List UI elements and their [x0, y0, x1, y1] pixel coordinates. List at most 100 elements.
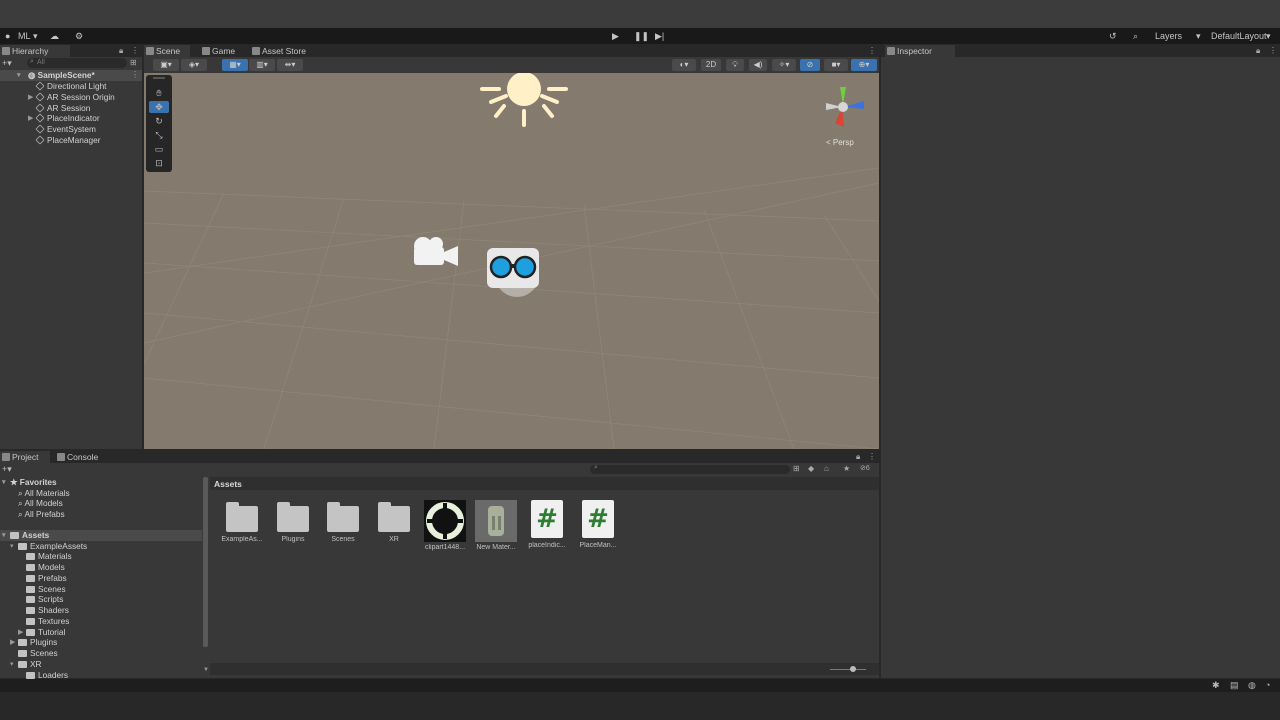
play-button[interactable]: ▶: [612, 30, 619, 42]
tab-game[interactable]: Game: [200, 45, 246, 57]
folder-item[interactable]: ▶ Plugins: [10, 637, 57, 648]
tab-asset-store[interactable]: Asset Store: [250, 45, 320, 57]
add-button[interactable]: +▾: [2, 58, 14, 68]
hierarchy-item[interactable]: ▶ AR Session Origin: [28, 92, 115, 103]
assets-root[interactable]: ▾ Assets: [2, 530, 49, 541]
tab-project[interactable]: Project: [0, 451, 50, 463]
project-search-input[interactable]: ⌕: [590, 464, 790, 474]
hierarchy-scene[interactable]: ▾ ◍ SampleScene*: [17, 70, 95, 81]
folder-item[interactable]: Scenes: [18, 648, 58, 659]
zoom-slider-track[interactable]: [830, 669, 866, 670]
overlay-handle[interactable]: [153, 77, 165, 79]
more-icon[interactable]: ⋮: [131, 46, 139, 55]
camera-button[interactable]: ■▾: [824, 59, 848, 71]
expand-arrow-icon[interactable]: ▾: [10, 659, 14, 670]
folder-item[interactable]: Scripts: [26, 594, 63, 605]
folder-item[interactable]: Materials: [26, 551, 72, 562]
scroll-down-icon[interactable]: ▼: [203, 667, 209, 673]
folder-item[interactable]: Models: [26, 562, 65, 573]
lighting-toggle[interactable]: 💡︎: [726, 59, 744, 71]
audio-toggle[interactable]: ◀): [749, 59, 767, 71]
2d-toggle[interactable]: 2D: [701, 59, 721, 71]
gizmo-toggle-button[interactable]: ◈▾: [181, 59, 207, 71]
hierarchy-item[interactable]: Directional Light: [35, 81, 107, 92]
account-icon[interactable]: ●: [5, 30, 10, 42]
filter-icon[interactable]: ⊞: [130, 58, 137, 67]
tree-scrollbar[interactable]: [203, 477, 208, 647]
expand-arrow-icon[interactable]: ▶: [28, 92, 33, 103]
rotate-tool-icon[interactable]: ↻: [149, 115, 169, 127]
folder-item[interactable]: Textures: [26, 616, 69, 627]
increment-snap-button[interactable]: ⇹▾: [277, 59, 303, 71]
tab-scene[interactable]: Scene: [144, 45, 190, 57]
tab-hierarchy[interactable]: Hierarchy: [0, 45, 70, 57]
asset-material[interactable]: New Mater...: [473, 500, 519, 551]
expand-arrow-icon[interactable]: ▾: [2, 477, 6, 488]
folder-item[interactable]: Prefabs: [26, 573, 67, 584]
hierarchy-item[interactable]: PlaceManager: [35, 135, 101, 146]
more-icon[interactable]: ⋮: [1269, 46, 1277, 55]
hidden-packages-count[interactable]: ⊘6: [860, 464, 870, 472]
grid-snap-button[interactable]: ▦▾: [222, 59, 248, 71]
hierarchy-item[interactable]: ▶ PlaceIndicator: [28, 113, 100, 124]
move-tool-icon[interactable]: ✥: [149, 101, 169, 113]
search-by-label-icon[interactable]: ◆: [808, 464, 814, 473]
favorite-item[interactable]: ⌕ All Prefabs: [18, 509, 65, 520]
favorite-icon[interactable]: ★: [843, 464, 850, 473]
account-dropdown[interactable]: ML: [18, 30, 31, 42]
layers-dropdown[interactable]: Layers: [1155, 30, 1182, 42]
collab-icon[interactable]: ⚙: [75, 30, 83, 42]
orientation-gizmo[interactable]: [820, 83, 870, 135]
search-icon[interactable]: ⌕: [1133, 30, 1138, 42]
asset-folder[interactable]: Scenes: [320, 500, 366, 543]
lighting-status-icon[interactable]: ◍: [1248, 680, 1256, 691]
breadcrumb-assets[interactable]: Assets: [214, 479, 242, 489]
scene-view[interactable]: < Persp: [144, 73, 879, 449]
bug-icon[interactable]: ✱: [1212, 680, 1220, 691]
expand-arrow-icon[interactable]: ▾: [10, 541, 14, 552]
hierarchy-item[interactable]: EventSystem: [35, 124, 96, 135]
asset-texture[interactable]: clipart1448...: [422, 500, 468, 551]
folder-item[interactable]: Shaders: [26, 605, 69, 616]
projection-label[interactable]: < Persp: [826, 138, 854, 147]
hierarchy-search-input[interactable]: ⌕ All: [27, 58, 127, 68]
favorite-item[interactable]: ⌕ All Models: [18, 498, 63, 509]
cloud-icon[interactable]: ☁: [50, 30, 59, 42]
lock-icon[interactable]: 🔒︎: [856, 452, 860, 462]
effects-button[interactable]: ✧▾: [772, 59, 796, 71]
asset-script[interactable]: # placeIndic...: [524, 500, 570, 549]
layout-dropdown[interactable]: DefaultLayout: [1211, 30, 1267, 42]
tag-icon[interactable]: ⌂: [824, 464, 829, 473]
hidden-objects-toggle[interactable]: ⊘: [800, 59, 820, 71]
expand-arrow-icon[interactable]: ▾: [17, 70, 21, 81]
expand-arrow-icon[interactable]: ▾: [2, 530, 6, 541]
tab-inspector[interactable]: Inspector: [885, 45, 955, 57]
sun-icon[interactable]: [477, 73, 571, 133]
rect-tool-icon[interactable]: ▭: [149, 143, 169, 155]
grid-button[interactable]: ▥▾: [249, 59, 275, 71]
asset-folder[interactable]: XR: [371, 500, 417, 543]
hand-tool-icon[interactable]: ✋︎: [149, 87, 169, 99]
lock-icon[interactable]: 🔒︎: [1256, 46, 1260, 56]
transform-tool-icon[interactable]: ⊡: [149, 157, 169, 169]
favorites-header[interactable]: ▾ ★ Favorites: [2, 477, 57, 488]
expand-arrow-icon[interactable]: ▶: [10, 637, 15, 648]
scale-tool-icon[interactable]: ⤡: [149, 129, 169, 141]
lock-icon[interactable]: 🔒︎: [119, 46, 123, 56]
create-button[interactable]: +▾: [2, 464, 12, 475]
more-icon[interactable]: ⋮: [868, 46, 876, 55]
camera-gizmo-icon[interactable]: [410, 233, 460, 271]
asset-folder[interactable]: ExampleAs...: [219, 500, 265, 543]
tab-console[interactable]: Console: [55, 451, 105, 463]
asset-folder[interactable]: Plugins: [270, 500, 316, 543]
draw-mode-button[interactable]: ▣▾: [153, 59, 179, 71]
more-icon[interactable]: ⋮: [868, 452, 876, 461]
asset-script[interactable]: # PlaceMan...: [575, 500, 621, 549]
history-icon[interactable]: ↺: [1109, 30, 1117, 42]
ar-session-gizmo-icon[interactable]: [484, 245, 550, 301]
folder-item[interactable]: ▾ XR: [10, 659, 42, 670]
progress-icon[interactable]: ◔: [1265, 680, 1270, 690]
gizmos-button[interactable]: ⊕▾: [851, 59, 877, 71]
pause-button[interactable]: ❚❚: [634, 30, 649, 42]
scene-more-icon[interactable]: ⋮: [131, 70, 139, 79]
